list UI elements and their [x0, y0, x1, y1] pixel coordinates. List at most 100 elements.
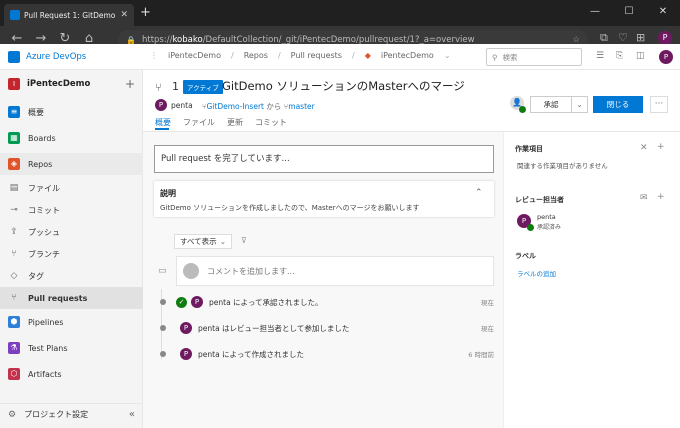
timeline-dot — [160, 351, 166, 357]
mail-icon[interactable]: ✉ — [640, 193, 648, 203]
description-title: 説明 — [160, 189, 176, 198]
sidebar-item-icon: ⇪ — [10, 227, 18, 237]
help-icon[interactable]: ⎘ — [616, 51, 623, 61]
breadcrumb-repo[interactable]: iPentecDemo — [381, 51, 434, 60]
reviewer-name[interactable]: penta — [537, 213, 556, 221]
new-tab-button[interactable]: + — [140, 5, 151, 20]
sidebar-item-7[interactable]: ⑂ ブランチ — [0, 243, 143, 265]
tab-close-icon[interactable]: ✕ — [120, 10, 128, 20]
pr-number: 1 — [172, 80, 179, 93]
tab-overview[interactable]: 概要 — [155, 117, 171, 128]
breadcrumb-project[interactable]: iPentecDemo — [168, 51, 221, 60]
sidebar-item-3[interactable]: ◈ Repos — [0, 153, 143, 175]
event-text: penta はレビュー担当者として参加しました — [198, 323, 350, 333]
add-label-link[interactable]: ラベルの追加 — [517, 268, 556, 278]
gear-icon: ⚙ — [8, 409, 17, 420]
tab-files[interactable]: ファイル — [183, 117, 215, 128]
close-icon[interactable]: ✕ — [640, 143, 648, 153]
sidebar-item-icon: ◇ — [10, 271, 18, 281]
settings-list-icon[interactable]: ☰ — [596, 51, 604, 61]
breadcrumb-pull-requests[interactable]: Pull requests — [291, 51, 342, 60]
sidebar-item-label: Repos — [28, 159, 53, 169]
close-pr-button[interactable]: 閉じる — [593, 96, 643, 113]
search-box[interactable]: ⚲ 検索 — [486, 48, 582, 66]
maximize-button[interactable]: ☐ — [612, 0, 646, 26]
sidebar-item-label: Pipelines — [28, 317, 64, 327]
sidebar-item-icon: ▦ — [8, 132, 20, 144]
plus-icon[interactable]: + — [657, 192, 665, 202]
event-text: penta によって承認されました。 — [209, 297, 323, 307]
work-items-title: 作業項目 — [515, 145, 543, 153]
from-text: から — [266, 102, 282, 111]
event-avatar: P — [180, 322, 192, 334]
chevron-up-icon[interactable]: ⌃ — [475, 188, 483, 198]
pr-title[interactable]: GitDemo ソリューションのMasterへのマージ — [222, 78, 465, 94]
approve-label[interactable]: 承認 — [531, 97, 571, 112]
chevron-down-icon[interactable]: ⌄ — [444, 51, 451, 60]
user-avatar[interactable]: P — [659, 50, 673, 64]
sidebar-item-label: Artifacts — [28, 369, 62, 379]
plus-icon[interactable]: + — [125, 77, 135, 91]
sidebar-item-9[interactable]: ⑂ Pull requests — [0, 287, 143, 309]
sidebar-item-label: ファイル — [28, 183, 60, 193]
sidebar-item-4[interactable]: ▤ ファイル — [0, 177, 143, 199]
filter-icon[interactable]: ⊽ — [241, 236, 247, 245]
sidebar-item-11[interactable]: ⚗ Test Plans — [0, 337, 143, 359]
approve-button[interactable]: 承認 ⌄ — [530, 96, 588, 113]
collections-icon[interactable]: ♡ — [618, 31, 628, 44]
brand-name[interactable]: Azure DevOps — [26, 52, 86, 62]
sidebar-item-1[interactable]: ≡ 概要 — [0, 101, 143, 123]
breadcrumb: ⋮ iPentecDemo / Repos / Pull requests / … — [150, 51, 451, 60]
right-panel — [503, 132, 680, 428]
sidebar-item-10[interactable]: ⬢ Pipelines — [0, 311, 143, 333]
activity-filter-dropdown[interactable]: すべて表示 ⌄ — [174, 234, 232, 249]
labels-title: ラベル — [515, 252, 536, 260]
event-time: 6 時間前 — [468, 351, 494, 359]
project-settings[interactable]: ⚙ プロジェクト設定 « — [0, 403, 143, 425]
pr-tabs: 概要 ファイル 更新 コミット — [155, 117, 287, 128]
chevron-down-icon[interactable]: ⌄ — [571, 97, 587, 112]
more-actions-button[interactable]: ··· — [650, 96, 668, 113]
close-window-button[interactable]: ✕ — [646, 0, 680, 26]
comment-input[interactable]: コメントを追加します... — [176, 256, 494, 286]
reviewer-status: 承認済み — [537, 224, 562, 231]
extensions-icon[interactable]: ⊞ — [636, 31, 645, 44]
sidebar-item-2[interactable]: ▦ Boards — [0, 127, 143, 149]
breadcrumb-separator-icon: / — [277, 51, 281, 60]
marketplace-icon[interactable]: ◫ — [636, 51, 645, 61]
breadcrumb-separator-icon: / — [230, 51, 234, 60]
sidebar-item-icon: ⊸ — [10, 205, 18, 215]
status-badge: アクティブ — [183, 80, 223, 94]
browser-tab[interactable]: Pull Request 1: GitDemo ソリュ... ✕ — [4, 4, 134, 26]
minimize-button[interactable]: — — [578, 0, 612, 26]
work-items-empty-text: 関連する作業項目がありません — [517, 162, 608, 170]
source-branch-link[interactable]: GitDemo-Insert — [207, 102, 264, 111]
search-placeholder: 検索 — [502, 52, 518, 62]
repo-icon: ◆ — [364, 51, 371, 60]
sidebar-item-icon: ⚗ — [8, 342, 20, 354]
pr-author[interactable]: P penta — [155, 99, 193, 111]
tab-commits[interactable]: コミット — [255, 117, 287, 128]
tab-updates[interactable]: 更新 — [227, 117, 243, 128]
sidebar-item-12[interactable]: ⬡ Artifacts — [0, 363, 143, 385]
event-time: 現在 — [481, 299, 494, 307]
sidebar-item-icon: ⑂ — [11, 249, 17, 259]
target-branch-link[interactable]: master — [288, 102, 314, 111]
event-time: 現在 — [481, 325, 494, 333]
browser-profile-avatar[interactable]: P — [658, 31, 672, 45]
timeline-dot — [160, 299, 166, 305]
reading-list-icon[interactable]: ⧉ — [600, 31, 608, 45]
sidebar-item-6[interactable]: ⇪ プッシュ — [0, 221, 143, 243]
more-dots-icon[interactable]: ⋮ — [150, 51, 158, 60]
project-header[interactable]: I iPentecDemo + — [0, 70, 143, 98]
user-avatar — [183, 263, 199, 279]
activity-event: Ppenta によって作成されました 6 時間前 — [158, 348, 494, 360]
sidebar-item-8[interactable]: ◇ タグ — [0, 265, 143, 287]
azure-devops-logo-icon[interactable] — [8, 51, 20, 63]
project-name: iPentecDemo — [27, 79, 91, 89]
plus-icon[interactable]: + — [657, 142, 665, 152]
breadcrumb-repos[interactable]: Repos — [244, 51, 268, 60]
chevron-down-icon: ⌄ — [219, 237, 226, 246]
sidebar-item-5[interactable]: ⊸ コミット — [0, 199, 143, 221]
collapse-sidebar-icon[interactable]: « — [129, 409, 135, 420]
